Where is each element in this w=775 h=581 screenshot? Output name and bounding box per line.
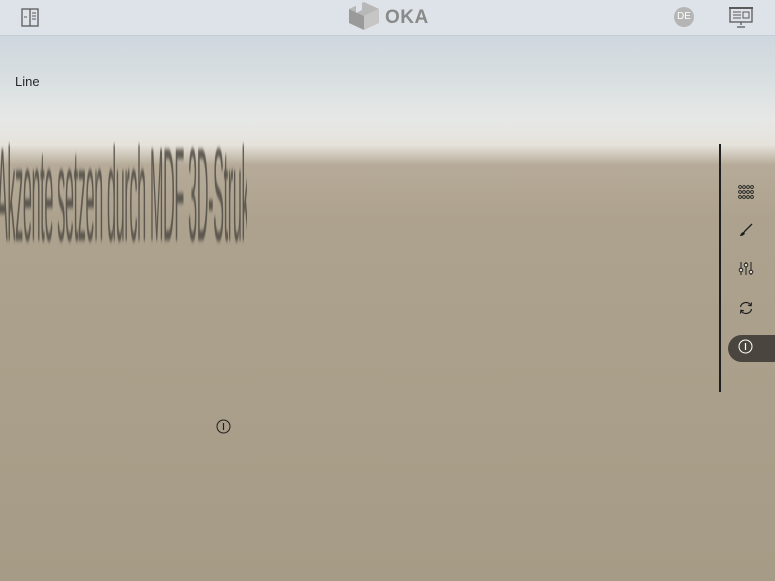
info-hotspot[interactable] [216,419,231,434]
sliders-icon [728,261,754,280]
oka-cube-logo [347,1,381,35]
sidebar-divider [719,144,721,392]
top-bar: OKA DE [0,0,775,36]
tool-grid-button[interactable] [728,180,775,207]
presentation-icon[interactable] [729,7,753,28]
tool-brush-button[interactable] [728,218,775,245]
scene-headline-area: Akzente setzen durch MDF 3D-Struktur. [0,118,247,258]
grid-icon [728,184,754,203]
language-switcher[interactable]: DE [674,7,694,27]
tool-info-button[interactable] [728,335,775,362]
info-icon [728,339,753,358]
tool-adjust-button[interactable] [728,257,775,284]
line-label: Line [15,74,40,89]
scene-headline: Akzente setzen durch MDF 3D-Struktur. [0,118,247,258]
brush-icon [728,222,754,242]
brand-logo[interactable]: OKA [347,1,429,35]
brand-name: OKA [385,6,429,28]
tool-refresh-button[interactable] [728,296,775,323]
refresh-icon [728,300,754,319]
catalog-icon[interactable] [21,8,39,27]
